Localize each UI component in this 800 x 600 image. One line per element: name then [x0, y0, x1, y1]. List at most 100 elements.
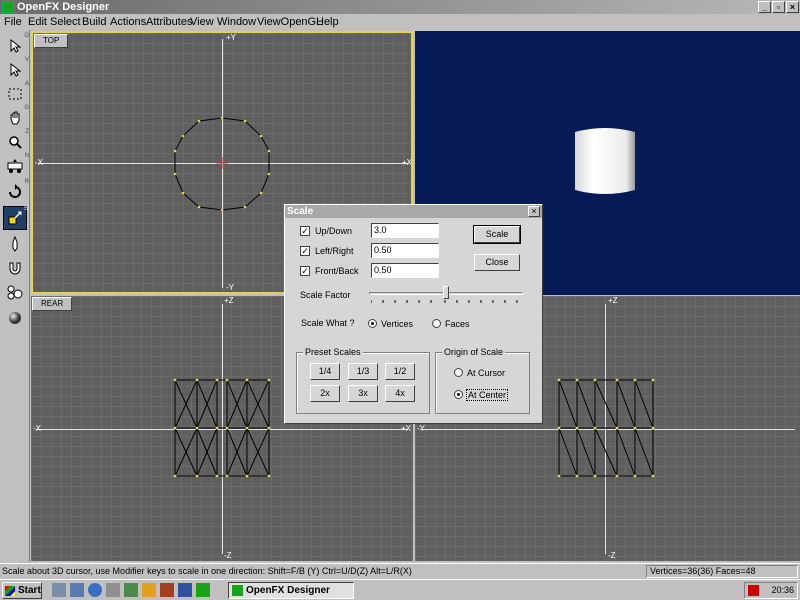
- menu-select[interactable]: Select: [50, 15, 81, 29]
- left-right-label: Left/Right: [315, 246, 354, 256]
- restore-button[interactable]: ▫: [772, 1, 785, 13]
- menu-view[interactable]: View: [190, 15, 214, 29]
- vertices-radio[interactable]: [368, 319, 377, 328]
- move-icon[interactable]: N: [3, 153, 29, 178]
- at-center-radio[interactable]: [454, 390, 463, 399]
- quicklaunch-disk-icon[interactable]: [106, 583, 120, 597]
- quicklaunch-explorer-icon[interactable]: [52, 583, 66, 597]
- menu-actions[interactable]: Actions: [110, 15, 146, 29]
- origin-of-scale-group: Origin of Scale: [435, 347, 530, 414]
- scale-icon[interactable]: S: [3, 206, 28, 230]
- cursor-3d: [216, 157, 228, 169]
- taskbar-task-label: OpenFX Designer: [246, 585, 330, 596]
- axis-label: -Z: [224, 551, 232, 560]
- preset-2x-button[interactable]: 2x: [310, 385, 340, 402]
- front-back-checkbox[interactable]: ✓: [300, 266, 310, 276]
- viewport-label: REAR: [32, 297, 73, 311]
- start-button[interactable]: Start: [2, 582, 42, 599]
- status-message: Scale about 3D cursor, use Modifier keys…: [2, 566, 412, 576]
- left-right-checkbox[interactable]: ✓: [300, 246, 310, 256]
- minimize-button[interactable]: _: [758, 1, 771, 13]
- tool-palette: O V A G Z N R S: [0, 30, 30, 562]
- system-tray: 20:36: [744, 582, 798, 599]
- vertices-label: Vertices: [381, 319, 414, 329]
- menu-file[interactable]: File: [4, 15, 22, 29]
- taskbar-openfx-button[interactable]: OpenFX Designer: [228, 582, 354, 599]
- preset-half-button[interactable]: 1/2: [385, 363, 415, 380]
- cylinder-rear-wireframe: [173, 378, 271, 478]
- windows-logo-icon: [5, 586, 15, 596]
- zoom-icon[interactable]: Z: [3, 129, 29, 154]
- preset-3x-button[interactable]: 3x: [348, 385, 378, 402]
- quicklaunch-editor-icon[interactable]: [178, 583, 192, 597]
- up-down-label: Up/Down: [315, 226, 353, 236]
- menu-bar: File Edit Select Build Actions Attribute…: [0, 14, 800, 30]
- close-button[interactable]: Close: [474, 254, 520, 271]
- cylinder-render: [575, 128, 635, 194]
- quicklaunch-browser-icon[interactable]: [88, 583, 102, 597]
- magnet-icon[interactable]: [3, 256, 27, 280]
- quicklaunch-tool-icon[interactable]: [124, 583, 138, 597]
- menu-help[interactable]: Help: [316, 15, 339, 29]
- axis-label: +X: [401, 424, 412, 433]
- clock: 20:36: [771, 585, 794, 595]
- preset-4x-button[interactable]: 4x: [385, 385, 415, 402]
- up-down-checkbox[interactable]: ✓: [300, 226, 310, 236]
- faces-radio[interactable]: [432, 319, 441, 328]
- preset-scales-group: Preset Scales: [296, 347, 430, 414]
- scale-button[interactable]: Scale: [473, 225, 521, 244]
- menu-window[interactable]: Window: [217, 15, 256, 29]
- faces-label: Faces: [445, 319, 470, 329]
- sphere-icon[interactable]: [3, 306, 27, 330]
- slider-ticks: [371, 300, 518, 303]
- geometry-counts: Vertices=36(36) Faces=48: [646, 565, 798, 578]
- scale-what-label: Scale What ?: [301, 318, 355, 328]
- dialog-close-icon[interactable]: ×: [528, 206, 540, 217]
- pen-icon[interactable]: [3, 232, 27, 256]
- at-cursor-radio[interactable]: [454, 368, 463, 377]
- status-bar: Scale about 3D cursor, use Modifier keys…: [0, 563, 800, 578]
- left-right-field[interactable]: 0.50: [371, 243, 439, 258]
- app-icon: [2, 1, 14, 13]
- axis-label: -X: [33, 424, 41, 433]
- box-select-icon[interactable]: A: [3, 81, 29, 106]
- up-down-field[interactable]: 3.0: [371, 223, 439, 238]
- at-center-label: At Center: [466, 389, 509, 401]
- preset-scales-title: Preset Scales: [303, 347, 363, 357]
- axis-label: +Z: [608, 296, 618, 305]
- quicklaunch-openfx-icon[interactable]: [196, 583, 210, 597]
- rotate-icon[interactable]: R: [3, 179, 29, 204]
- front-back-field[interactable]: 0.50: [371, 263, 439, 278]
- preset-quarter-button[interactable]: 1/4: [310, 363, 340, 380]
- openfx-icon: [232, 585, 243, 596]
- spheres-icon[interactable]: [3, 280, 27, 304]
- menu-build[interactable]: Build: [82, 15, 106, 29]
- scale-factor-label: Scale Factor: [300, 290, 351, 300]
- pan-hand-icon[interactable]: G: [3, 105, 29, 130]
- taskbar: Start OpenFX Designer 20:36: [0, 579, 800, 600]
- axis-label: -Y: [417, 424, 425, 433]
- vertex-select-icon[interactable]: V: [3, 57, 29, 82]
- start-label: Start: [18, 585, 41, 596]
- axis-label: +Z: [224, 296, 234, 305]
- tray-network-icon[interactable]: [748, 585, 759, 596]
- menu-viewopengl[interactable]: ViewOpenGL: [257, 15, 322, 29]
- origin-of-scale-title: Origin of Scale: [442, 347, 506, 357]
- quicklaunch-computer-icon[interactable]: [70, 583, 84, 597]
- dialog-title: Scale: [285, 205, 542, 218]
- menu-attributes[interactable]: Attributes: [146, 15, 192, 29]
- menu-edit[interactable]: Edit: [28, 15, 47, 29]
- window-title: OpenFX Designer: [17, 1, 110, 13]
- quicklaunch-media-icon[interactable]: [142, 583, 156, 597]
- front-back-label: Front/Back: [315, 266, 359, 276]
- close-window-button[interactable]: ×: [786, 1, 799, 13]
- quicklaunch-app-icon[interactable]: [160, 583, 174, 597]
- axis-label: -Z: [608, 551, 616, 560]
- select-arrow-icon[interactable]: O: [3, 33, 29, 58]
- at-cursor-label: At Cursor: [467, 368, 506, 378]
- scale-dialog: Scale × ✓ Up/Down 3.0 ✓ Left/Right 0.50 …: [284, 204, 543, 424]
- scale-factor-slider-thumb[interactable]: [443, 286, 449, 299]
- title-bar: OpenFX Designer _ ▫ ×: [0, 0, 800, 14]
- preset-third-button[interactable]: 1/3: [348, 363, 378, 380]
- cylinder-side-wireframe: [557, 378, 655, 478]
